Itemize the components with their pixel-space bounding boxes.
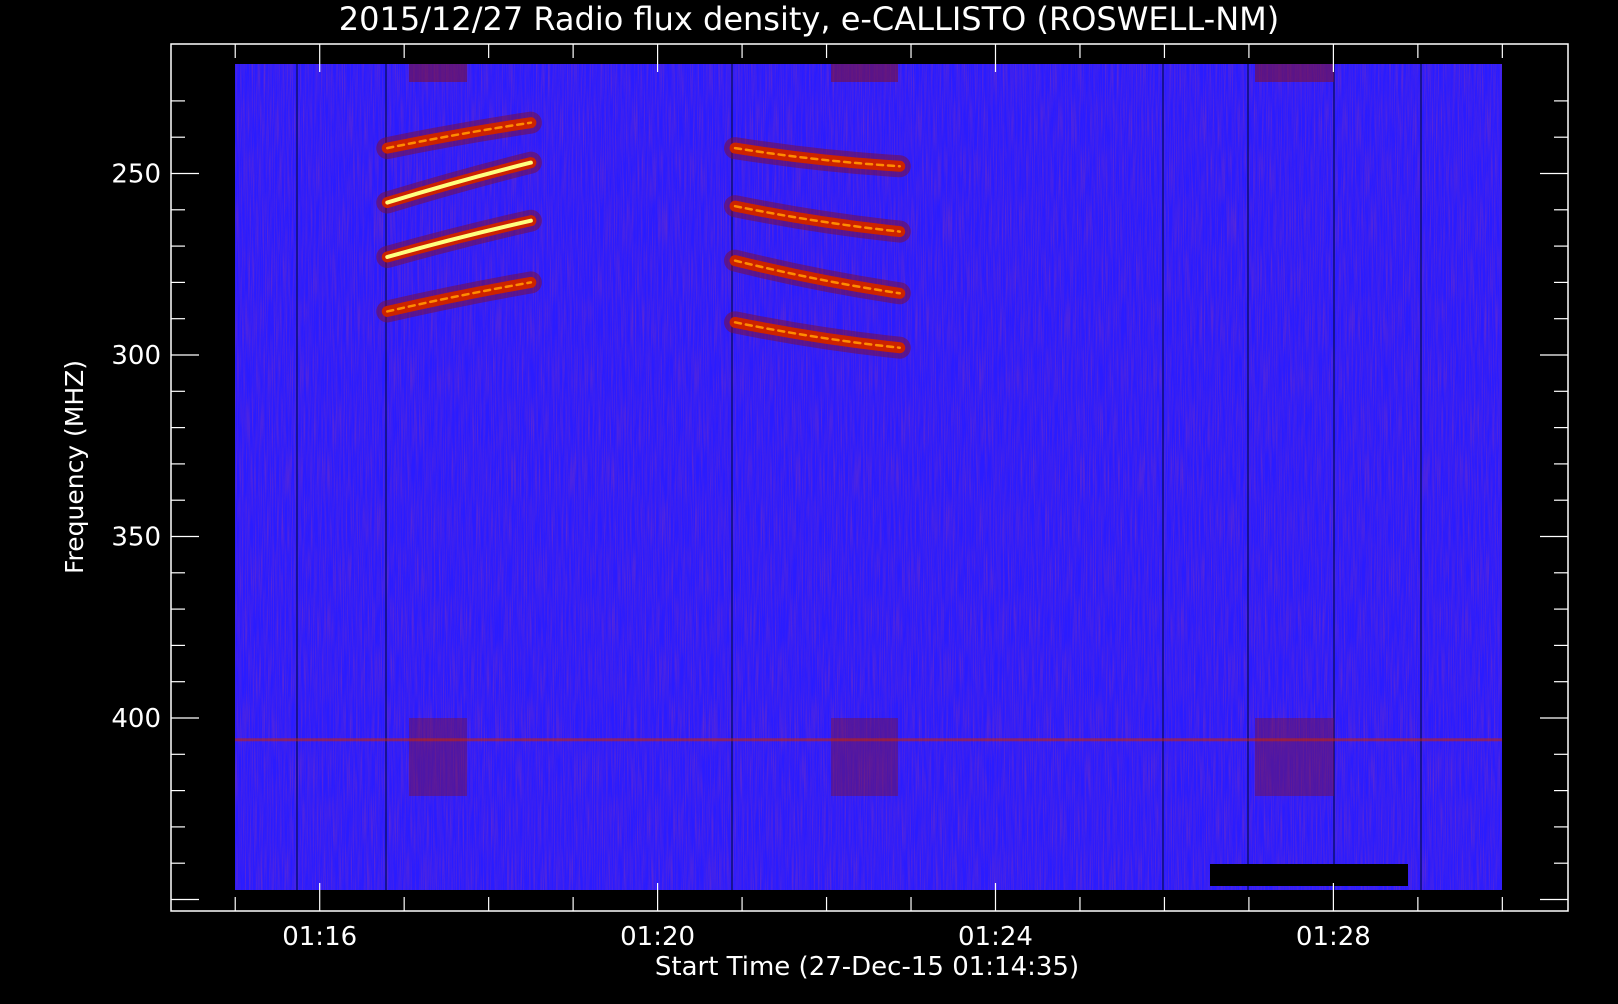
scan-stripe: [1420, 64, 1422, 890]
scan-stripe: [385, 64, 387, 890]
scan-stripe: [1247, 64, 1249, 890]
scan-stripe: [296, 64, 298, 890]
y-tick-label: 250: [111, 160, 161, 190]
x-axis-label: Start Time (27-Dec-15 01:14:35): [655, 952, 1079, 982]
x-tick-label: 01:28: [1296, 922, 1371, 952]
chart-title: 2015/12/27 Radio flux density, e-CALLIST…: [339, 0, 1279, 38]
spectrogram-chart: 2015/12/27 Radio flux density, e-CALLIST…: [0, 0, 1618, 1000]
y-tick-label: 300: [111, 341, 161, 371]
x-tick-label: 01:16: [282, 922, 357, 952]
x-tick-label: 01:24: [958, 922, 1033, 952]
calibration-band: [1255, 64, 1334, 82]
data-gap: [1210, 864, 1408, 886]
calibration-band: [1255, 718, 1334, 796]
y-tick-label: 400: [111, 704, 161, 734]
calibration-band: [409, 64, 467, 82]
scan-stripe: [1162, 64, 1164, 890]
y-axis-label: Frequency (MHZ): [60, 360, 89, 574]
chart-svg: 2015/12/27 Radio flux density, e-CALLIST…: [60, 0, 1569, 982]
scan-stripe: [731, 64, 733, 890]
calibration-band: [831, 64, 898, 82]
heatmap-layer: [235, 64, 1502, 890]
x-tick-label: 01:20: [620, 922, 695, 952]
interference-line: [235, 738, 1502, 742]
calibration-band: [831, 718, 898, 796]
y-tick-label: 350: [111, 523, 161, 553]
calibration-band: [409, 718, 467, 796]
